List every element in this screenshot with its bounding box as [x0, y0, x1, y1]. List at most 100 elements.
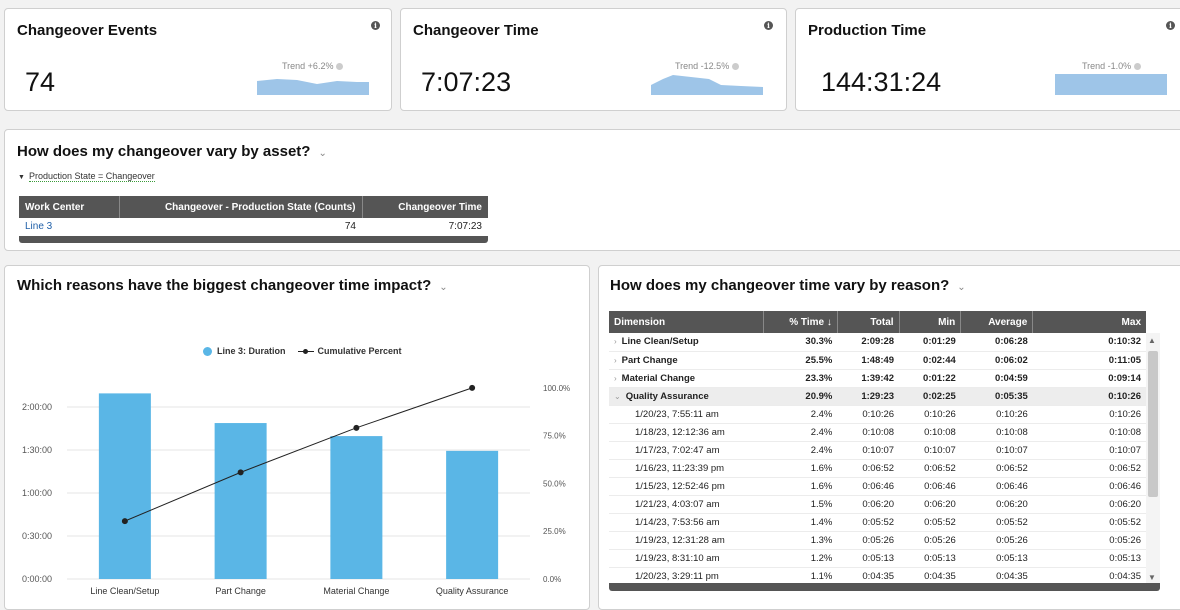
value-cell: 0:05:26	[960, 531, 1033, 550]
value-cell: 1.4%	[763, 513, 838, 532]
value-cell: 0:10:26	[1032, 405, 1146, 424]
table-row[interactable]: › Line Clean/Setup 30.3% 2:09:28 0:01:29 0:06…	[609, 333, 1146, 352]
table-row[interactable]: 1/19/23, 8:31:10 am 1.2% 0:05:13 0:05:13 0:0…	[609, 549, 1146, 568]
dimension-label: 1/15/23, 12:52:46 pm	[635, 480, 725, 492]
chevron-down-icon[interactable]: ⌄	[318, 148, 326, 159]
value-cell: 0:06:46	[899, 477, 961, 496]
work-center-link[interactable]: Line 3	[19, 218, 119, 234]
value-cell: 0:05:13	[899, 549, 961, 568]
x-tick-label: Quality Assurance	[436, 586, 509, 596]
filter-chip[interactable]: ▼ Production State = Changeover	[18, 171, 155, 182]
cumulative-line	[124, 387, 473, 522]
column-header[interactable]: Total	[837, 311, 900, 333]
work-center-table: Work Center Changeover - Production Stat…	[19, 196, 488, 234]
x-tick-label: Line Clean/Setup	[90, 586, 159, 596]
value-cell: 0:06:28	[960, 333, 1033, 352]
value-cell: 0:06:20	[837, 495, 900, 514]
bar[interactable]	[446, 450, 499, 579]
kpi-value: 74	[25, 67, 56, 97]
y2-tick-label: 100.0%	[543, 384, 570, 393]
value-cell: 0:06:52	[899, 459, 961, 478]
value-cell: 0:05:26	[899, 531, 961, 550]
column-header[interactable]: Work Center	[19, 196, 120, 218]
scrollbar-thumb[interactable]	[1148, 351, 1158, 497]
value-cell: 0:10:08	[899, 423, 961, 442]
caret-down-icon: ▼	[18, 174, 25, 181]
dimension-label: 1/19/23, 12:31:28 am	[635, 534, 725, 546]
table-row[interactable]: 1/16/23, 11:23:39 pm 1.6% 0:06:52 0:06:52 0:…	[609, 459, 1146, 478]
cumulative-point[interactable]	[469, 384, 476, 391]
scrollbar[interactable]: ▲ ▼	[1146, 333, 1160, 585]
y2-tick-label: 0.0%	[543, 575, 561, 584]
sparkline	[651, 75, 763, 95]
table-row[interactable]: 1/14/23, 7:53:56 am 1.4% 0:05:52 0:05:52 0:0…	[609, 513, 1146, 532]
scroll-down-icon[interactable]: ▼	[1148, 573, 1156, 582]
table-row[interactable]: › Material Change 23.3% 1:39:42 0:01:22 0:04:…	[609, 369, 1146, 388]
dimension-cell: 1/15/23, 12:52:46 pm	[609, 477, 764, 496]
table-row[interactable]: Line 3 74 7:07:23	[19, 218, 488, 234]
section-title: How does my changeover vary by asset? ⌄	[17, 143, 327, 160]
column-header[interactable]: Dimension	[609, 311, 764, 333]
dimension-cell: 1/14/23, 7:53:56 am	[609, 513, 764, 532]
table-row[interactable]: 1/19/23, 12:31:28 am 1.3% 0:05:26 0:05:26 0:…	[609, 531, 1146, 550]
table-footer	[19, 236, 488, 243]
dimension-cell: › Material Change	[609, 369, 764, 388]
kpi-title: Production Time	[808, 22, 927, 39]
info-icon[interactable]: i	[371, 21, 380, 30]
value-cell: 0:05:35	[960, 387, 1033, 406]
table-row[interactable]: › Part Change 25.5% 1:48:49 0:02:44 0:06:02 0:…	[609, 351, 1146, 370]
value-cell: 30.3%	[763, 333, 838, 352]
value-cell: 0:04:59	[960, 369, 1033, 388]
table-row[interactable]: 1/15/23, 12:52:46 pm 1.6% 0:06:46 0:06:46 0:…	[609, 477, 1146, 496]
column-header[interactable]: Changeover Time	[362, 196, 488, 218]
cumulative-point[interactable]	[353, 424, 360, 431]
value-cell: 1.6%	[763, 477, 838, 496]
expand-icon[interactable]: ›	[614, 337, 617, 346]
bar[interactable]	[98, 393, 151, 579]
value-cell: 0:06:20	[1032, 495, 1146, 514]
dimension-cell: 1/19/23, 12:31:28 am	[609, 531, 764, 550]
dimension-label: 1/16/23, 11:23:39 pm	[635, 462, 725, 474]
dimension-label: Material Change	[621, 372, 696, 384]
bar[interactable]	[214, 423, 267, 579]
expand-icon[interactable]: ›	[614, 356, 617, 365]
table-row[interactable]: 1/18/23, 12:12:36 am 2.4% 0:10:08 0:10:08 0:…	[609, 423, 1146, 442]
dimension-label: 1/20/23, 3:29:11 pm	[635, 570, 719, 582]
trend-label: Trend +6.2%	[282, 61, 344, 71]
value-cell: 0:06:20	[960, 495, 1033, 514]
section-title: How does my changeover time vary by reas…	[610, 277, 966, 294]
table-row[interactable]: ⌄ Quality Assurance 20.9% 1:29:23 0:02:25 0:0…	[609, 387, 1146, 406]
reason-table: Dimension% Time ↓ Total Min Average Max › Lin…	[609, 311, 1146, 586]
bar[interactable]	[330, 436, 383, 579]
value-cell: 0:05:13	[1032, 549, 1146, 568]
y2-tick-label: 50.0%	[543, 479, 566, 488]
value-cell: 0:06:20	[899, 495, 961, 514]
column-header[interactable]: Changeover - Production State (Counts)	[119, 196, 363, 218]
scroll-up-icon[interactable]: ▲	[1148, 336, 1156, 345]
column-header[interactable]: Max	[1032, 311, 1146, 333]
table-row[interactable]: 1/20/23, 7:55:11 am 2.4% 0:10:26 0:10:26 0:1…	[609, 405, 1146, 424]
value-cell: 20.9%	[763, 387, 838, 406]
value-cell: 0:06:52	[1032, 459, 1146, 478]
value-cell: 0:05:26	[837, 531, 900, 550]
table-cell: 74	[344, 220, 356, 232]
column-header[interactable]: Min	[899, 311, 962, 333]
expand-icon[interactable]: ›	[614, 374, 617, 383]
kpi-value: 144:31:24	[821, 67, 942, 97]
value-cell: 0:01:22	[899, 369, 961, 388]
chevron-down-icon[interactable]: ⌄	[957, 282, 965, 293]
column-header[interactable]: Average	[960, 311, 1034, 333]
info-icon[interactable]: i	[1166, 21, 1175, 30]
table-row[interactable]: 1/17/23, 7:02:47 am 2.4% 0:10:07 0:10:07 0:1…	[609, 441, 1146, 460]
value-cell: 0:10:26	[1032, 387, 1146, 406]
column-header[interactable]: % Time ↓	[763, 311, 838, 333]
dimension-label: 1/21/23, 4:03:07 am	[635, 498, 720, 510]
collapse-icon[interactable]: ⌄	[614, 392, 621, 401]
kpi-title: Changeover Events	[17, 22, 158, 39]
table-row[interactable]: 1/21/23, 4:03:07 am 1.5% 0:06:20 0:06:20 0:0…	[609, 495, 1146, 514]
value-cell: 0:06:46	[837, 477, 900, 496]
info-icon[interactable]: i	[764, 21, 773, 30]
cumulative-point[interactable]	[121, 518, 128, 525]
cumulative-point[interactable]	[237, 469, 244, 476]
trend-dot-icon	[336, 63, 344, 71]
